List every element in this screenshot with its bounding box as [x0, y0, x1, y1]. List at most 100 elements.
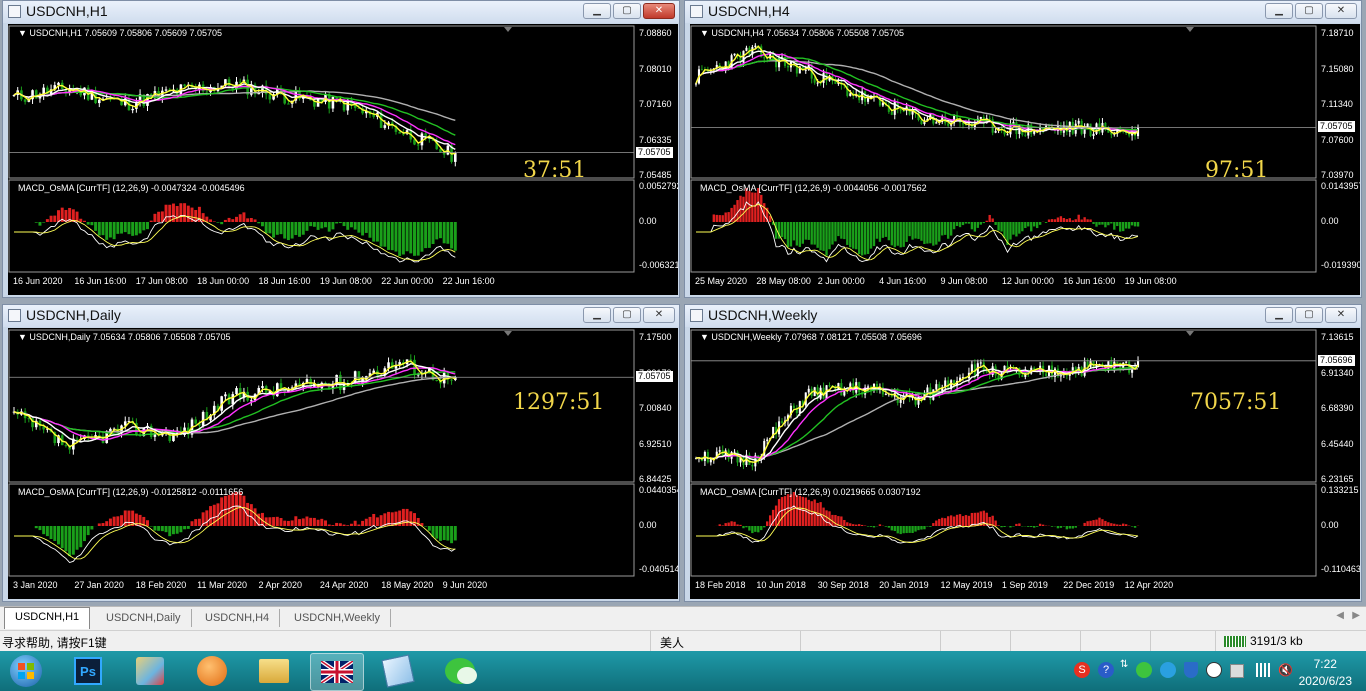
macd-histogram-bar — [1047, 219, 1051, 222]
macd-histogram-bar — [742, 526, 745, 529]
macd-histogram-bar — [316, 222, 320, 230]
macd-histogram-bar — [286, 222, 290, 241]
candle-body — [194, 419, 198, 424]
close-button[interactable]: ✕ — [1325, 307, 1357, 323]
tab-usdcnh-daily[interactable]: USDCNH,Daily — [96, 609, 192, 627]
window-titlebar[interactable]: USDCNH,Weekly ▁ ▢ ✕ — [685, 305, 1361, 327]
wechat-taskbar-button[interactable] — [434, 653, 486, 689]
candle-body — [766, 439, 769, 441]
chart-window-h4[interactable]: USDCNH,H4 ▁ ▢ ✕ ▼ USDCNH,H4 7.05634 7.05… — [684, 0, 1362, 298]
tab-usdcnh-h4[interactable]: USDCNH,H4 — [195, 609, 281, 627]
macd-histogram-bar — [190, 521, 194, 526]
check-icon[interactable] — [1230, 664, 1244, 678]
macd-histogram-bar — [108, 518, 112, 526]
time-axis-tick: 16 Jun 16:00 — [1063, 276, 1116, 286]
explorer-taskbar-button[interactable] — [248, 653, 300, 689]
chart-area[interactable]: ▼ USDCNH,Daily 7.05634 7.05806 7.05508 7… — [8, 328, 678, 599]
price-axis-tick: 6.23165 — [1321, 474, 1354, 484]
tab-usdcnh-weekly[interactable]: USDCNH,Weekly — [284, 609, 391, 627]
macd-histogram-bar — [1033, 526, 1036, 528]
candle-body — [109, 428, 112, 432]
time-axis-tick: 19 Jun 08:00 — [1124, 276, 1177, 286]
macd-header: MACD_OsMA [CurrTF] (12,26,9) -0.0047324 … — [18, 183, 245, 193]
close-button[interactable]: ✕ — [1325, 3, 1357, 19]
cloud-tray-icon[interactable] — [1160, 662, 1176, 678]
sogou-ime-icon[interactable]: S — [1074, 662, 1090, 678]
tab-usdcnh-h1[interactable]: USDCNH,H1 — [4, 607, 91, 629]
chart-area[interactable]: ▼ USDCNH,H4 7.05634 7.05806 7.05508 7.05… — [690, 24, 1360, 295]
maximize-button[interactable]: ▢ — [613, 307, 641, 323]
network-arrows-icon[interactable]: ⇅ — [1120, 659, 1130, 679]
candle-body — [828, 385, 831, 387]
macd-histogram-bar — [715, 214, 718, 222]
candle-body — [700, 69, 703, 71]
macd-histogram-bar — [1035, 222, 1039, 229]
candle-body — [57, 82, 60, 86]
macd-histogram-bar — [123, 222, 127, 233]
terminal-taskbar-button[interactable] — [310, 653, 364, 691]
minimize-button[interactable]: ▁ — [583, 3, 611, 19]
window-titlebar[interactable]: USDCNH,H4 ▁ ▢ ✕ — [685, 1, 1361, 23]
qq-icon[interactable] — [1206, 662, 1222, 678]
chart-window-h1[interactable]: USDCNH,H1 ▁ ▢ ✕ ▼ USDCNH,H1 7.05609 7.05… — [2, 0, 680, 298]
tab-scroll-right-icon[interactable]: ▶ — [1352, 610, 1360, 621]
maximize-button[interactable]: ▢ — [1295, 3, 1323, 19]
chart-window-weekly[interactable]: USDCNH,Weekly ▁ ▢ ✕ ▼ USDCNH,Weekly 7.07… — [684, 304, 1362, 602]
macd-main-line — [696, 201, 1139, 263]
signal-icon[interactable] — [1254, 663, 1270, 677]
macd-histogram-bar — [1074, 526, 1077, 528]
tab-scroll-left-icon[interactable]: ◀ — [1336, 610, 1344, 621]
candle-body — [1086, 123, 1089, 127]
minimize-button[interactable]: ▁ — [1265, 307, 1293, 323]
photoshop-taskbar-button[interactable]: Ps — [62, 653, 114, 689]
macd-histogram-bar — [249, 504, 253, 526]
macd-histogram-bar — [290, 520, 294, 526]
macd-histogram-bar — [795, 495, 799, 526]
chart-area[interactable]: ▼ USDCNH,H1 7.05609 7.05806 7.05609 7.05… — [8, 24, 678, 295]
macd-histogram-bar — [763, 526, 766, 528]
macd-histogram-bar — [164, 204, 168, 222]
macd-histogram-bar — [721, 215, 724, 222]
window-titlebar[interactable]: USDCNH,Daily ▁ ▢ ✕ — [3, 305, 679, 327]
volume-muted-icon[interactable]: 🔇 — [1278, 663, 1293, 677]
macd-histogram-bar — [275, 222, 279, 235]
wechat-tray-icon[interactable] — [1136, 662, 1152, 678]
minimize-button[interactable]: ▁ — [583, 307, 611, 323]
system-clock[interactable]: 7:22 2020/6/23 — [1299, 656, 1352, 690]
close-button[interactable]: ✕ — [643, 307, 675, 323]
macd-histogram-bar — [253, 219, 257, 222]
price-axis-tick: 7.07600 — [1321, 134, 1354, 145]
macd-histogram-bar — [160, 526, 164, 532]
macd-histogram-bar — [792, 222, 796, 241]
macd-histogram-bar — [53, 215, 57, 222]
notes-taskbar-button[interactable] — [372, 653, 424, 689]
chart-window-daily[interactable]: USDCNH,Daily ▁ ▢ ✕ ▼ USDCNH,Daily 7.0563… — [2, 304, 680, 602]
macd-histogram-bar — [235, 216, 238, 222]
macd-histogram-bar — [398, 222, 402, 256]
chart-symbol-header: ▼ USDCNH,Weekly 7.07968 7.08121 7.05508 … — [700, 332, 922, 342]
shield-icon[interactable] — [1184, 662, 1198, 678]
minimize-button[interactable]: ▁ — [1265, 3, 1293, 19]
macd-histogram-bar — [1030, 222, 1033, 232]
maximize-button[interactable]: ▢ — [613, 3, 641, 19]
time-axis-tick: 10 Jun 2018 — [756, 580, 806, 590]
macd-histogram-bar — [194, 519, 198, 526]
maximize-button[interactable]: ▢ — [1295, 307, 1323, 323]
macd-histogram-bar — [216, 222, 220, 223]
maps-taskbar-button[interactable] — [124, 653, 176, 689]
close-button[interactable]: ✕ — [643, 3, 675, 19]
macd-histogram-bar — [453, 222, 457, 251]
help-icon[interactable]: ? — [1098, 662, 1114, 678]
macd-histogram-bar — [186, 526, 190, 529]
macd-histogram-bar — [1101, 222, 1104, 225]
macd-histogram-bar — [205, 510, 209, 526]
time-axis-tick: 2 Jun 00:00 — [817, 276, 865, 286]
macd-histogram-bar — [780, 497, 784, 526]
start-button[interactable] — [4, 653, 48, 689]
macd-histogram-bar — [1119, 222, 1122, 232]
orange-app-taskbar-button[interactable] — [186, 653, 238, 689]
macd-histogram-bar — [1018, 222, 1021, 234]
window-titlebar[interactable]: USDCNH,H1 ▁ ▢ ✕ — [3, 1, 679, 23]
chart-area[interactable]: ▼ USDCNH,Weekly 7.07968 7.08121 7.05508 … — [690, 328, 1360, 599]
macd-histogram-bar — [914, 222, 917, 239]
